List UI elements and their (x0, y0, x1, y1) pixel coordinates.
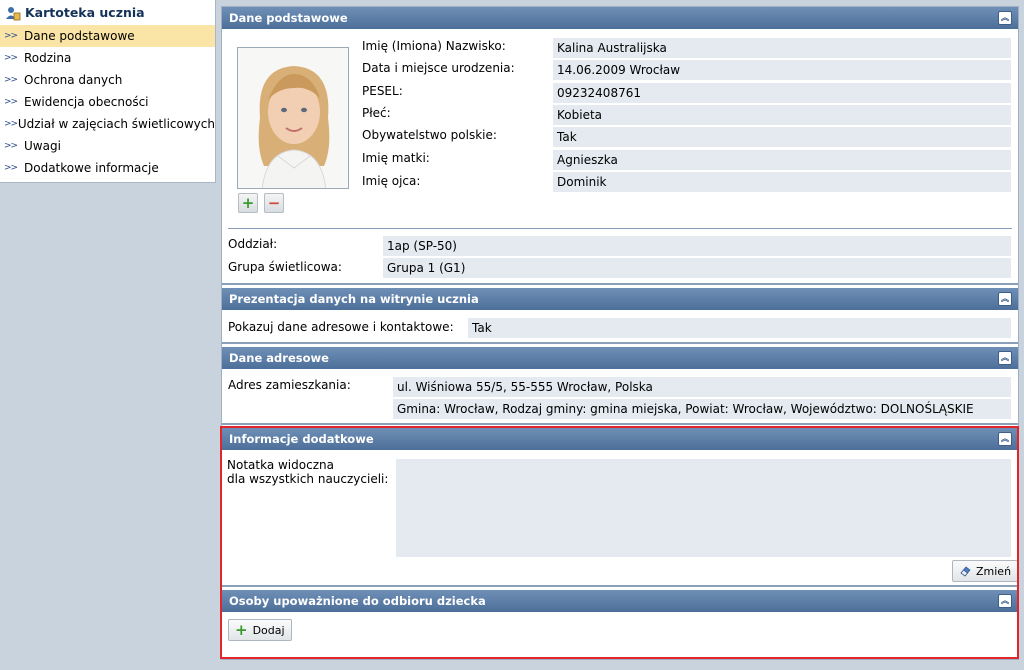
nav-item-udzial-w-zajeciach[interactable]: >> Udział w zajęciach świetlicowych (0, 113, 215, 135)
notes-label-line1: Notatka widoczna (227, 458, 334, 472)
double-chevron-right-icon: >> (4, 97, 18, 107)
field-value-father: Dominik (553, 172, 1011, 192)
double-chevron-right-icon: >> (4, 75, 18, 85)
field-value-mother: Agnieszka (553, 150, 1011, 170)
divider (222, 585, 1018, 587)
field-value-address-line1: ul. Wiśniowa 55/5, 55-555 Wrocław, Polsk… (393, 377, 1011, 397)
field-value-name: Kalina Australijska (553, 38, 1011, 58)
remove-photo-button[interactable]: − (264, 193, 284, 213)
nav-item-label: Ewidencja obecności (24, 95, 149, 109)
plus-icon: + (241, 194, 255, 212)
field-label-class: Oddział: (228, 237, 278, 251)
nav-title: Kartoteka ucznia (25, 5, 145, 20)
sidebar: Kartoteka ucznia >> Dane podstawowe >> R… (0, 0, 216, 670)
double-chevron-up-icon[interactable]: ︽ (998, 11, 1012, 25)
plus-icon: + (235, 621, 248, 639)
section-title: Informacje dodatkowe (229, 432, 374, 446)
field-label-father: Imię ojca: (362, 174, 421, 188)
double-chevron-up-icon[interactable]: ︽ (998, 351, 1012, 365)
field-label-birth: Data i miejsce urodzenia: (362, 61, 515, 75)
nav-item-label: Uwagi (24, 139, 61, 153)
field-label-citizenship: Obywatelstwo polskie: (362, 128, 497, 142)
section-header-presentation: Prezentacja danych na witrynie ucznia ︽ (222, 288, 1018, 310)
field-label-name: Imię (Imiona) Nazwisko: (362, 39, 506, 53)
minus-icon: − (267, 194, 281, 212)
double-chevron-right-icon: >> (4, 163, 18, 173)
edit-notes-button[interactable]: Zmień (952, 560, 1019, 582)
field-value-group: Grupa 1 (G1) (383, 258, 1011, 278)
double-chevron-up-icon[interactable]: ︽ (998, 432, 1012, 446)
field-label-mother: Imię matki: (362, 151, 430, 165)
section-header-pickup: Osoby upoważnione do odbioru dziecka ︽ (222, 590, 1018, 612)
teacher-notes-field (396, 459, 1011, 557)
edit-notes-label: Zmień (976, 564, 1012, 578)
section-header-address: Dane adresowe ︽ (222, 347, 1018, 369)
student-photo (237, 47, 349, 189)
double-chevron-right-icon: >> (4, 119, 18, 129)
nav-item-rodzina[interactable]: >> Rodzina (0, 47, 215, 69)
section-title: Prezentacja danych na witrynie ucznia (229, 292, 479, 306)
notes-label-line2: dla wszystkich nauczycieli: (227, 472, 389, 486)
add-photo-button[interactable]: + (238, 193, 258, 213)
main-panel: Dane podstawowe ︽ + − Imię (Imiona) Nazw… (221, 6, 1019, 660)
section-title: Dane podstawowe (229, 11, 348, 25)
divider (222, 423, 1018, 425)
nav-header: Kartoteka ucznia (0, 0, 215, 25)
double-chevron-right-icon: >> (4, 141, 18, 151)
field-label-pesel: PESEL: (362, 84, 403, 98)
section-header-basic: Dane podstawowe ︽ (222, 7, 1018, 29)
field-value-birth: 14.06.2009 Wrocław (553, 60, 1011, 80)
nav-item-label: Rodzina (24, 51, 72, 65)
nav-item-ochrona-danych[interactable]: >> Ochrona danych (0, 69, 215, 91)
field-value-gender: Kobieta (553, 105, 1011, 125)
double-chevron-up-icon[interactable]: ︽ (998, 594, 1012, 608)
section-title: Dane adresowe (229, 351, 329, 365)
double-chevron-right-icon: >> (4, 31, 18, 41)
eraser-icon (959, 565, 971, 577)
divider (228, 228, 1012, 229)
add-person-button[interactable]: + Dodaj (228, 619, 292, 641)
field-label-show-address: Pokazuj dane adresowe i kontaktowe: (228, 320, 454, 334)
field-label-group: Grupa świetlicowa: (228, 260, 342, 274)
section-header-info: Informacje dodatkowe ︽ (222, 428, 1018, 450)
field-value-show-address: Tak (468, 318, 1011, 338)
student-card-icon (5, 5, 21, 21)
double-chevron-right-icon: >> (4, 53, 18, 63)
nav-item-label: Udział w zajęciach świetlicowych (17, 117, 215, 131)
nav-item-uwagi[interactable]: >> Uwagi (0, 135, 215, 157)
nav-item-label: Dodatkowe informacje (24, 161, 159, 175)
divider (222, 342, 1018, 344)
section-title: Osoby upoważnione do odbioru dziecka (229, 594, 486, 608)
field-value-class: 1ap (SP-50) (383, 236, 1011, 256)
nav-item-label: Dane podstawowe (24, 29, 135, 43)
field-label-gender: Płeć: (362, 106, 391, 120)
nav-item-dane-podstawowe[interactable]: >> Dane podstawowe (0, 25, 215, 47)
add-person-label: Dodaj (252, 623, 285, 637)
double-chevron-up-icon[interactable]: ︽ (998, 292, 1012, 306)
nav-item-ewidencja-obecnosci[interactable]: >> Ewidencja obecności (0, 91, 215, 113)
divider (222, 283, 1018, 285)
field-value-pesel: 09232408761 (553, 83, 1011, 103)
field-value-address-line2: Gmina: Wrocław, Rodzaj gminy: gmina miej… (393, 399, 1011, 419)
nav-item-dodatkowe-informacje[interactable]: >> Dodatkowe informacje (0, 157, 215, 179)
nav-item-label: Ochrona danych (24, 73, 123, 87)
field-label-address: Adres zamieszkania: (228, 378, 351, 392)
field-value-citizenship: Tak (553, 127, 1011, 147)
student-card-nav: Kartoteka ucznia >> Dane podstawowe >> R… (0, 0, 216, 183)
